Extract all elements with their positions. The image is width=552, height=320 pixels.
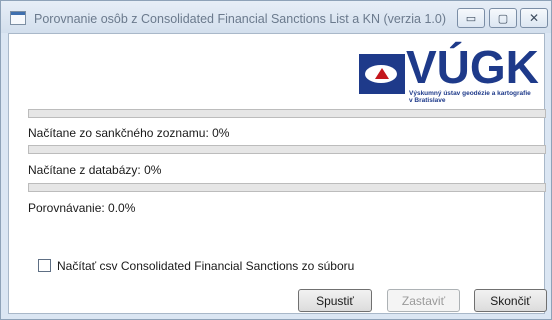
vugk-logo: VÚGK Výskumný ústav geodézie a kartograf… <box>359 41 545 104</box>
stop-button[interactable]: Zastaviť <box>387 289 460 312</box>
minimize-icon: ▭ <box>465 11 477 25</box>
logo-emblem-icon <box>359 54 405 94</box>
load-csv-checkbox[interactable] <box>38 259 51 272</box>
load-csv-label[interactable]: Načítať csv Consolidated Financial Sanct… <box>57 259 354 273</box>
app-window-icon <box>10 11 26 25</box>
minimize-button[interactable]: ▭ <box>457 8 485 28</box>
logo-subtitle-line1: Výskumný ústav geodézie a kartografie <box>409 90 531 97</box>
maximize-icon: ▢ <box>497 11 509 25</box>
compare-progress-bar <box>28 183 546 192</box>
database-progress-label: Načítane z databázy: 0% <box>28 163 162 177</box>
maximize-button[interactable]: ▢ <box>489 8 517 28</box>
main-window: Porovnanie osôb z Consolidated Financial… <box>0 0 552 320</box>
exit-button[interactable]: Skončiť <box>474 289 547 312</box>
compare-progress-label: Porovnávanie: 0.0% <box>28 201 136 215</box>
sanctions-progress-label: Načítane zo sankčného zoznamu: 0% <box>28 126 230 140</box>
logo-subtitle-line2: v Bratislave <box>409 97 446 104</box>
database-progress-bar <box>28 145 546 154</box>
window-title: Porovnanie osôb z Consolidated Financial… <box>34 12 447 26</box>
close-icon: ✕ <box>528 11 540 25</box>
logo-subtitle: Výskumný ústav geodézie a kartografie v … <box>409 90 531 104</box>
sanctions-progress-bar <box>28 109 546 118</box>
start-button[interactable]: Spustiť <box>298 289 372 312</box>
close-button[interactable]: ✕ <box>520 8 548 28</box>
title-bar[interactable]: Porovnanie osôb z Consolidated Financial… <box>1 1 551 33</box>
logo-wordmark: VÚGK <box>406 41 539 93</box>
